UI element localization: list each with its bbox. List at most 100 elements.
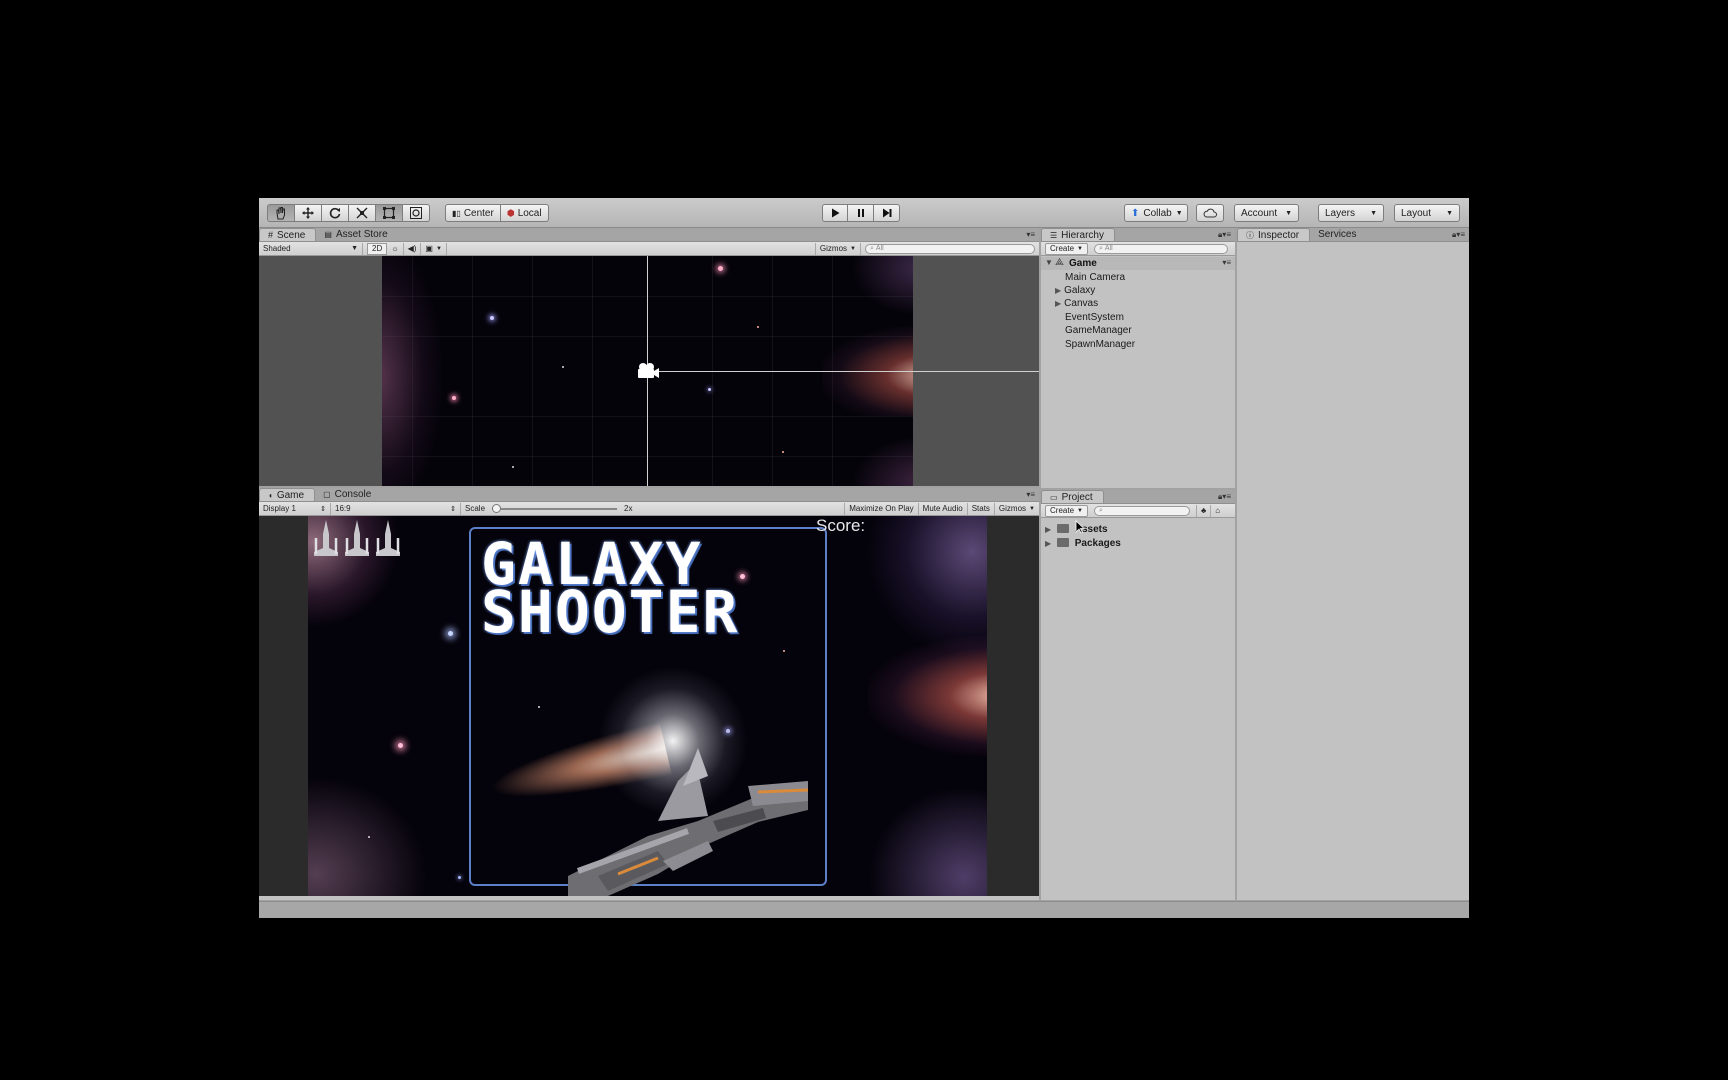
rect-tool-button[interactable] xyxy=(376,204,403,222)
filter-by-type-button[interactable]: ♣ xyxy=(1195,504,1212,517)
lighting-toggle[interactable]: ☼ xyxy=(387,242,404,255)
star xyxy=(512,466,514,468)
game-panel: ◖ Game ▢ Console ▾≡ Display 1 ⇕ 16:9 ⇕ S… xyxy=(259,488,1039,900)
grid-line xyxy=(472,256,473,486)
play-button[interactable] xyxy=(822,204,848,222)
inspector-tabbar: ⓘ Inspector Services 🔒︎▾≡ xyxy=(1237,228,1469,242)
lock-menu-icon[interactable]: 🔒︎▾≡ xyxy=(1452,230,1465,240)
maximize-on-play-toggle[interactable]: Maximize On Play xyxy=(844,502,919,515)
audio-toggle[interactable]: ◀) xyxy=(404,242,422,255)
lock-menu-icon[interactable]: 🔒︎▾≡ xyxy=(1218,492,1231,502)
hierarchy-item-spawnmanager[interactable]: SpawnManager xyxy=(1065,339,1135,350)
scene-gizmos-dropdown[interactable]: Gizmos ▼ xyxy=(814,242,861,255)
nebula-left xyxy=(382,256,442,486)
scene-panel: # Scene ▤ Asset Store ▾≡ Shaded ▼ 2D ☼ ◀… xyxy=(259,228,1039,486)
tab-asset-store-label: Asset Store xyxy=(335,229,388,240)
tab-console-label: Console xyxy=(334,489,372,500)
scale-slider-thumb[interactable] xyxy=(492,503,502,513)
aspect-dropdown[interactable]: 16:9 ⇕ xyxy=(331,502,461,515)
expand-triangle-icon[interactable]: ▶ xyxy=(1045,525,1051,534)
console-icon: ▢ xyxy=(323,490,331,499)
hierarchy-item-label: Canvas xyxy=(1064,298,1099,309)
local-icon: ⬢ xyxy=(506,207,515,218)
effects-dropdown[interactable]: ▣ ▼ xyxy=(421,242,447,255)
star xyxy=(562,366,564,368)
cloud-button[interactable] xyxy=(1196,204,1224,222)
pivot-toggles: ▮▯ Center ⬢ Local xyxy=(445,204,549,222)
hierarchy-item-label: EventSystem xyxy=(1065,312,1124,323)
hierarchy-toolbar: Create ▼ ⌕ All xyxy=(1041,242,1235,256)
nebula-top-right xyxy=(868,516,987,656)
tab-inspector[interactable]: ⓘ Inspector xyxy=(1237,228,1311,241)
collab-dropdown[interactable]: ⬆ Collab ▼ xyxy=(1124,204,1188,222)
tab-hierarchy[interactable]: ☰ Hierarchy xyxy=(1041,228,1115,241)
hierarchy-item-gamemanager[interactable]: GameManager xyxy=(1065,325,1132,336)
camera-gizmo-icon[interactable] xyxy=(635,361,661,381)
filter-icon: ♣ xyxy=(1200,506,1207,515)
hand-tool-button[interactable] xyxy=(267,204,295,222)
panel-menu-icon[interactable]: ▾≡ xyxy=(1026,230,1035,239)
rotate-tool-button[interactable] xyxy=(322,204,349,222)
2d-label: 2D xyxy=(372,244,383,253)
project-search-input[interactable]: ⌕ xyxy=(1093,505,1190,516)
scale-tool-button[interactable] xyxy=(349,204,376,222)
star xyxy=(782,451,784,453)
display-label: Display 1 xyxy=(263,504,296,513)
scale-slider[interactable] xyxy=(492,503,618,513)
hierarchy-search-input[interactable]: ⌕ All xyxy=(1093,243,1228,254)
search-icon: ⌕ xyxy=(1098,506,1103,514)
project-folder-packages[interactable]: ▶ Packages xyxy=(1045,538,1121,549)
expand-triangle-icon[interactable]: ▼ xyxy=(1045,258,1053,267)
game-gizmos-dropdown[interactable]: Gizmos ▼ xyxy=(995,503,1039,515)
step-button[interactable] xyxy=(874,204,900,222)
tab-project[interactable]: ▭ Project xyxy=(1041,490,1104,503)
chevron-down-icon: ▼ xyxy=(351,245,358,252)
tab-console[interactable]: ▢ Console xyxy=(315,488,381,501)
expand-triangle-icon[interactable]: ▶ xyxy=(1055,286,1061,295)
project-create-dropdown[interactable]: Create ▼ xyxy=(1045,504,1088,517)
scene-search-input[interactable]: ⌕ All xyxy=(865,243,1035,254)
layers-dropdown[interactable]: Layers ▼ xyxy=(1318,204,1384,222)
expand-triangle-icon[interactable]: ▶ xyxy=(1055,299,1061,308)
tab-game[interactable]: ◖ Game xyxy=(259,488,316,501)
game-viewport[interactable]: GALAXY SHOOTER Score: xyxy=(259,516,1039,896)
hierarchy-create-dropdown[interactable]: Create ▼ xyxy=(1045,242,1088,255)
mute-audio-toggle[interactable]: Mute Audio xyxy=(919,502,968,515)
display-dropdown[interactable]: Display 1 ⇕ xyxy=(259,502,331,515)
draw-mode-dropdown[interactable]: Shaded ▼ xyxy=(259,242,363,255)
account-dropdown[interactable]: Account ▼ xyxy=(1234,204,1299,222)
pivot-mode-button[interactable]: ▮▯ Center xyxy=(445,204,501,222)
scene-viewport[interactable] xyxy=(259,256,1039,486)
mute-audio-label: Mute Audio xyxy=(922,504,963,513)
scene-menu-icon[interactable]: ▾≡ xyxy=(1222,258,1231,267)
layout-dropdown[interactable]: Layout ▼ xyxy=(1394,204,1460,222)
hierarchy-item-main-camera[interactable]: Main Camera xyxy=(1065,272,1125,283)
hierarchy-item-galaxy[interactable]: ▶ Galaxy xyxy=(1055,285,1095,296)
hierarchy-item-label: SpawnManager xyxy=(1065,339,1136,350)
filter-by-label-button[interactable]: ⌂ xyxy=(1211,505,1224,517)
lock-menu-icon[interactable]: 🔒︎▾≡ xyxy=(1218,230,1231,240)
maximize-on-play-label: Maximize On Play xyxy=(849,504,914,513)
mouse-cursor-icon xyxy=(1075,520,1085,534)
tab-scene[interactable]: # Scene xyxy=(259,228,317,241)
tab-asset-store[interactable]: ▤ Asset Store xyxy=(316,228,397,241)
scene-header-row[interactable]: ▼ ⟁ Game ▾≡ xyxy=(1041,257,1235,270)
panel-menu-icon[interactable]: ▾≡ xyxy=(1026,490,1035,499)
hierarchy-item-eventsystem[interactable]: EventSystem xyxy=(1065,312,1124,323)
chevron-down-icon: ▼ xyxy=(1285,209,1292,217)
camera-axis-horizontal xyxy=(647,371,1039,372)
expand-triangle-icon[interactable]: ▶ xyxy=(1045,539,1051,548)
transform-tool-button[interactable] xyxy=(403,204,430,222)
move-tool-button[interactable] xyxy=(295,204,322,222)
pause-button[interactable] xyxy=(848,204,874,222)
2d-toggle[interactable]: 2D xyxy=(367,242,388,255)
tab-services[interactable]: Services xyxy=(1310,228,1366,241)
pivot-rotation-button[interactable]: ⬢ Local xyxy=(500,204,549,222)
scene-tabbar: # Scene ▤ Asset Store ▾≡ xyxy=(259,228,1039,242)
collab-icon: ⬆ xyxy=(1131,207,1140,219)
image-icon: ▣ xyxy=(425,244,433,253)
hierarchy-item-canvas[interactable]: ▶ Canvas xyxy=(1055,298,1098,309)
store-icon: ▤ xyxy=(324,230,332,239)
hierarchy-item-label: GameManager xyxy=(1065,325,1132,336)
stats-toggle[interactable]: Stats xyxy=(968,502,995,515)
